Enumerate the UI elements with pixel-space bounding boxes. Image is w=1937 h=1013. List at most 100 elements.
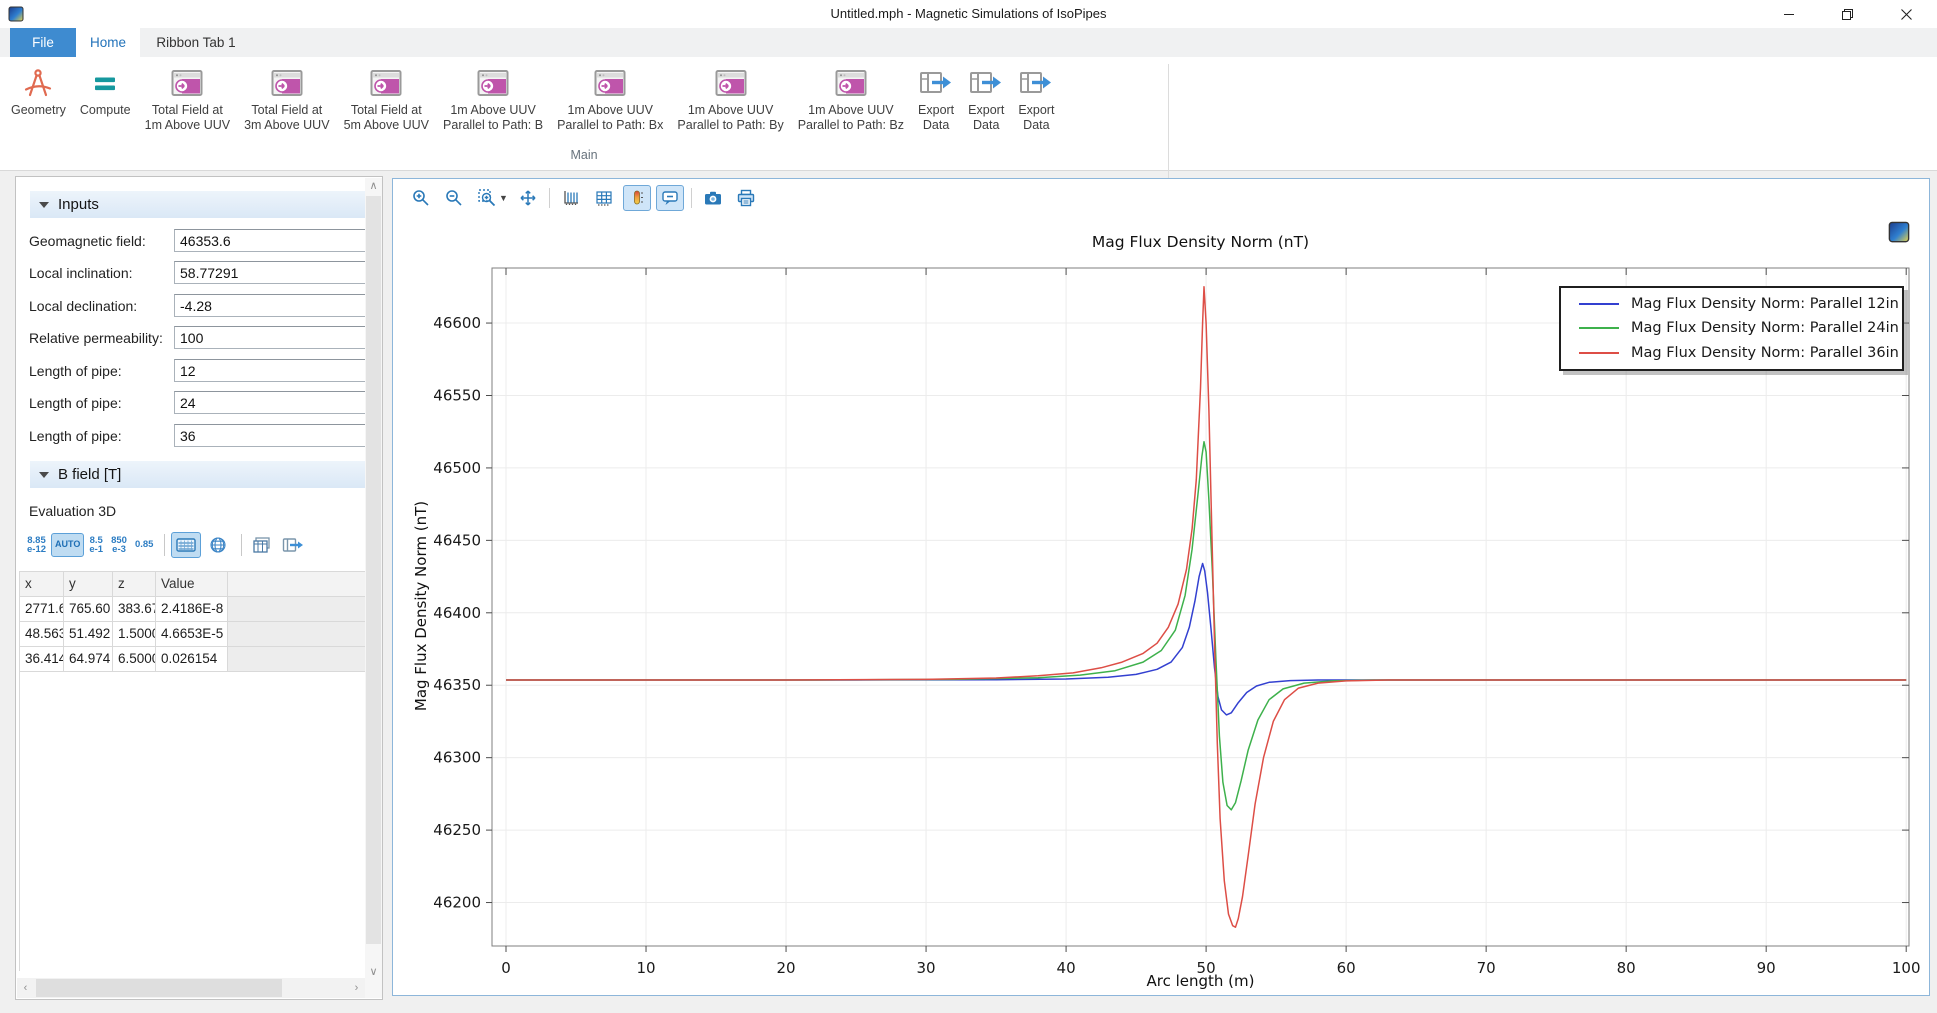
plot-group-icon — [476, 63, 510, 103]
column-header[interactable]: z — [113, 571, 156, 597]
precision-decimal-button[interactable]: 0.85 — [132, 538, 157, 552]
form-row: Relative permeability: — [16, 326, 367, 351]
legend-line-sample — [1579, 327, 1619, 329]
svg-text:46450: 46450 — [433, 531, 481, 549]
pipe-length-36-input[interactable] — [174, 424, 368, 447]
sphere-view-button[interactable] — [204, 533, 232, 557]
ribbon-group-label: Main — [0, 148, 1168, 162]
legend-item: Mag Flux Density Norm: Parallel 36in — [1571, 345, 1892, 361]
form-row: Length of pipe: — [16, 359, 367, 384]
geometry-compass-icon — [21, 63, 55, 103]
scroll-right-icon[interactable]: › — [348, 980, 365, 997]
legend-item: Mag Flux Density Norm: Parallel 12in — [1571, 296, 1892, 312]
parallel-path-bz-button[interactable]: 1m Above UUVParallel to Path: Bz — [791, 61, 911, 135]
field-label: Relative permeability: — [29, 330, 163, 346]
form-row: Geomagnetic field: — [16, 229, 367, 254]
column-header[interactable]: y — [64, 571, 113, 597]
y-axis-label: Mag Flux Density Norm (nT) — [412, 456, 430, 756]
export-data-icon — [1019, 63, 1053, 103]
total-field-1m-button[interactable]: Total Field at1m Above UUV — [138, 61, 237, 135]
inputs-section-header[interactable]: Inputs — [30, 191, 367, 218]
bfield-section-title: B field [T] — [58, 466, 121, 483]
close-icon — [1900, 8, 1913, 21]
pipe-length-12-input[interactable] — [174, 359, 368, 382]
field-label: Local declination: — [29, 298, 137, 314]
svg-text:46300: 46300 — [433, 749, 481, 767]
ribbon-group-separator — [1168, 64, 1169, 192]
total-field-3m-button[interactable]: Total Field at3m Above UUV — [237, 61, 336, 135]
plot-group-icon — [593, 63, 627, 103]
minimize-icon — [1783, 8, 1795, 20]
window-title: Untitled.mph - Magnetic Simulations of I… — [0, 0, 1937, 28]
maximize-button[interactable] — [1818, 0, 1876, 28]
precision-science-button[interactable]: 8.5e-1 — [86, 534, 106, 557]
export-data-button-1[interactable]: ExportData — [911, 61, 961, 135]
plot-group-icon — [369, 63, 403, 103]
close-button[interactable] — [1876, 0, 1937, 28]
vertical-scroll-thumb[interactable] — [366, 196, 381, 944]
parallel-path-bx-button[interactable]: 1m Above UUVParallel to Path: Bx — [550, 61, 670, 135]
relative-permeability-input[interactable] — [174, 326, 368, 349]
x-axis-label: Arc length (m) — [492, 972, 1909, 990]
tab-ribbon-tab-1[interactable]: Ribbon Tab 1 — [140, 28, 252, 57]
column-header[interactable]: x — [19, 571, 64, 597]
table-row[interactable]: 2771.6 765.60 383.67 2.4186E-8 — [19, 597, 367, 622]
local-inclination-input[interactable] — [174, 261, 368, 284]
parallel-path-by-button[interactable]: 1m Above UUVParallel to Path: By — [670, 61, 790, 135]
table-row[interactable]: 36.414 64.974 6.5000 0.026154 — [19, 647, 367, 672]
export-data-icon — [919, 63, 953, 103]
minimize-button[interactable] — [1760, 0, 1818, 28]
results-table[interactable]: x y z Value 2771.6 765.60 383.67 2.4186E… — [19, 571, 367, 672]
horizontal-scroll-thumb[interactable] — [36, 979, 282, 997]
table-view-button[interactable] — [171, 532, 201, 558]
column-header[interactable]: Value — [156, 571, 228, 597]
restore-icon — [1841, 8, 1854, 21]
scrollbar-corner — [365, 978, 382, 998]
tab-home[interactable]: Home — [76, 28, 140, 57]
tab-file[interactable]: File — [10, 28, 76, 57]
svg-text:46500: 46500 — [433, 459, 481, 477]
total-field-5m-button[interactable]: Total Field at5m Above UUV — [337, 61, 436, 135]
column-filler — [228, 571, 367, 597]
evaluation-3d-label: Evaluation 3D — [29, 503, 116, 519]
precision-full-button[interactable]: 8.85e-12 — [24, 534, 49, 557]
geometry-button[interactable]: Geometry — [4, 61, 73, 120]
table-header-row: x y z Value — [19, 571, 367, 597]
copy-table-icon — [252, 536, 272, 554]
precision-engineering-button[interactable]: 850e-3 — [108, 534, 130, 557]
toolbar-separator — [241, 534, 242, 556]
svg-text:46350: 46350 — [433, 676, 481, 694]
copy-table-button[interactable] — [248, 533, 276, 557]
export-table-button[interactable] — [279, 533, 307, 557]
export-data-button-2[interactable]: ExportData — [961, 61, 1011, 135]
local-declination-input[interactable] — [174, 294, 368, 317]
globe-icon — [209, 536, 227, 554]
scroll-up-icon[interactable]: ∧ — [365, 178, 382, 195]
graphics-window: ▼ Mag Flux Density Norm (nT) 01020304050… — [392, 178, 1930, 996]
precision-auto-button[interactable]: AUTO — [51, 533, 84, 557]
svg-text:46600: 46600 — [433, 314, 481, 332]
toolbar-separator — [164, 534, 165, 556]
inputs-section-title: Inputs — [58, 196, 99, 213]
bfield-section-header[interactable]: B field [T] — [30, 461, 367, 488]
form-row: Local inclination: — [16, 261, 367, 286]
compute-button[interactable]: Compute — [73, 61, 138, 120]
svg-text:46400: 46400 — [433, 604, 481, 622]
plot-group-icon — [270, 63, 304, 103]
table-row[interactable]: 48.563 51.492 1.5000 4.6653E-5 — [19, 622, 367, 647]
settings-panel: Inputs Geomagnetic field: Local inclinat… — [15, 176, 383, 1000]
field-label: Length of pipe: — [29, 395, 122, 411]
geomagnetic-field-input[interactable] — [174, 229, 368, 252]
ribbon-tab-bar: File Home Ribbon Tab 1 — [0, 28, 1937, 57]
pipe-length-24-input[interactable] — [174, 391, 368, 414]
application-window: Untitled.mph - Magnetic Simulations of I… — [0, 0, 1937, 1013]
chart-legend: Mag Flux Density Norm: Parallel 12in Mag… — [1559, 286, 1904, 371]
export-table-icon — [282, 536, 304, 554]
parallel-path-b-button[interactable]: 1m Above UUVParallel to Path: B — [436, 61, 550, 135]
export-data-button-3[interactable]: ExportData — [1011, 61, 1061, 135]
scroll-left-icon[interactable]: ‹ — [17, 980, 34, 997]
export-data-icon — [969, 63, 1003, 103]
collapse-triangle-icon — [39, 202, 49, 208]
svg-text:46200: 46200 — [433, 894, 481, 912]
legend-line-sample — [1579, 303, 1619, 305]
